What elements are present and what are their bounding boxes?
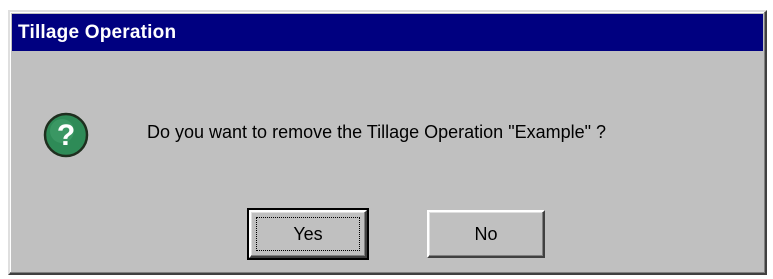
confirm-dialog: Tillage Operation ? Do you want to remov…: [8, 10, 767, 275]
svg-text:?: ?: [57, 119, 75, 152]
dialog-title: Tillage Operation: [18, 22, 177, 43]
title-bar[interactable]: Tillage Operation: [12, 14, 763, 51]
no-button-label: No: [474, 223, 498, 244]
question-icon: ?: [42, 111, 90, 159]
yes-button-label: Yes: [293, 223, 323, 244]
yes-button[interactable]: Yes: [247, 208, 369, 260]
no-button[interactable]: No: [427, 210, 545, 258]
dialog-message: Do you want to remove the Tillage Operat…: [147, 122, 607, 142]
